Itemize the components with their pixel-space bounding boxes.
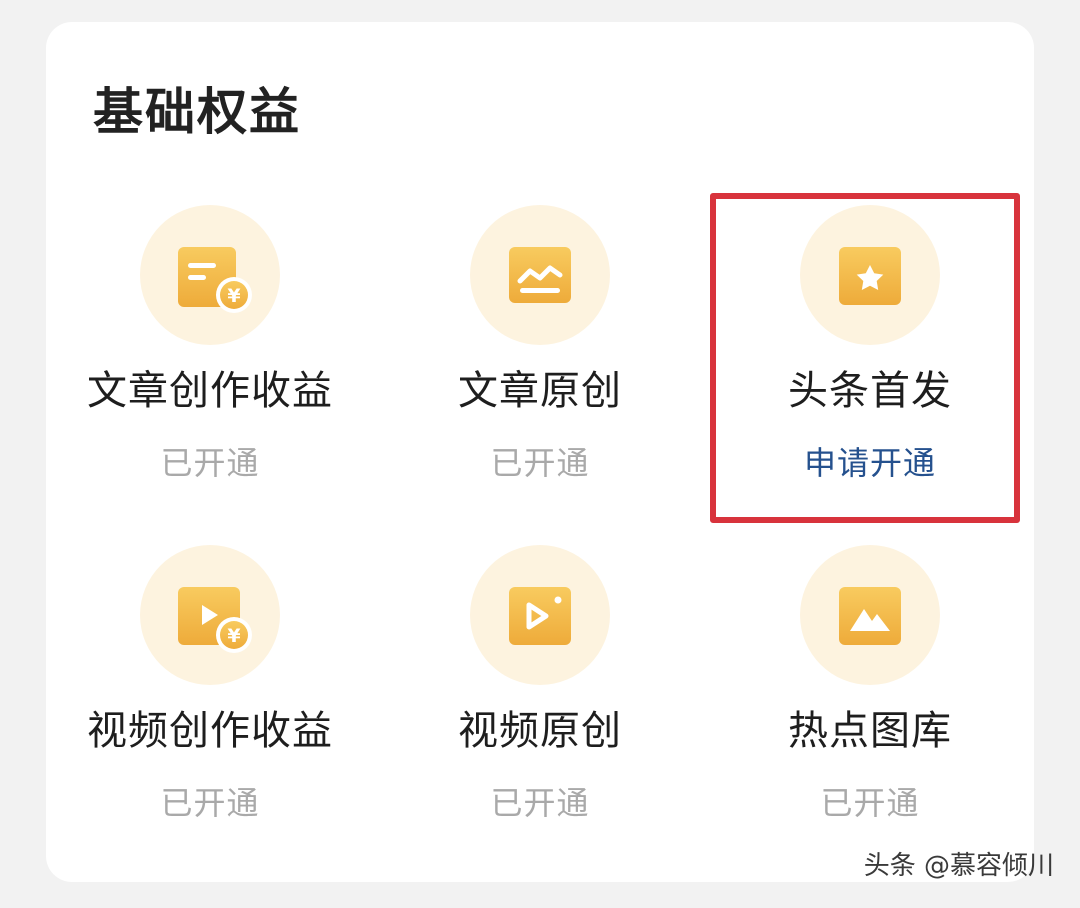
svg-text:¥: ¥ bbox=[227, 285, 240, 307]
image-gallery-icon bbox=[800, 545, 940, 685]
section-title: 基础权益 bbox=[93, 83, 301, 141]
benefit-label: 热点图库 bbox=[788, 708, 952, 754]
benefit-item-image-gallery[interactable]: 热点图库 已开通 bbox=[705, 545, 1035, 845]
apply-link[interactable]: 申请开通 bbox=[705, 443, 1035, 483]
benefit-item-article-original[interactable]: 文章原创 已开通 bbox=[375, 205, 705, 505]
benefit-label: 视频原创 bbox=[458, 708, 622, 754]
benefit-item-video-income[interactable]: ¥ 视频创作收益 已开通 bbox=[45, 545, 375, 845]
watermark: 头条 @慕容倾川 bbox=[863, 851, 1054, 881]
article-original-icon bbox=[470, 205, 610, 345]
benefit-label: 视频创作收益 bbox=[87, 708, 333, 754]
benefit-label: 头条首发 bbox=[788, 368, 952, 414]
svg-text:¥: ¥ bbox=[227, 625, 240, 647]
benefit-status: 已开通 bbox=[160, 784, 260, 822]
benefit-status: 已开通 bbox=[490, 444, 590, 482]
video-original-icon bbox=[470, 545, 610, 685]
benefit-status: 已开通 bbox=[160, 444, 260, 482]
benefit-item-video-original[interactable]: 视频原创 已开通 bbox=[375, 545, 705, 845]
article-income-icon: ¥ bbox=[140, 205, 280, 345]
benefit-label: 文章创作收益 bbox=[87, 368, 333, 414]
benefit-item-toutiao-first[interactable]: 头条首发 申请开通 bbox=[705, 205, 1035, 505]
benefit-item-article-income[interactable]: ¥ 文章创作收益 已开通 bbox=[45, 205, 375, 505]
video-income-icon: ¥ bbox=[140, 545, 280, 685]
benefit-status: 已开通 bbox=[490, 784, 590, 822]
benefit-status: 已开通 bbox=[820, 784, 920, 822]
benefit-label: 文章原创 bbox=[458, 368, 622, 414]
star-icon bbox=[800, 205, 940, 345]
